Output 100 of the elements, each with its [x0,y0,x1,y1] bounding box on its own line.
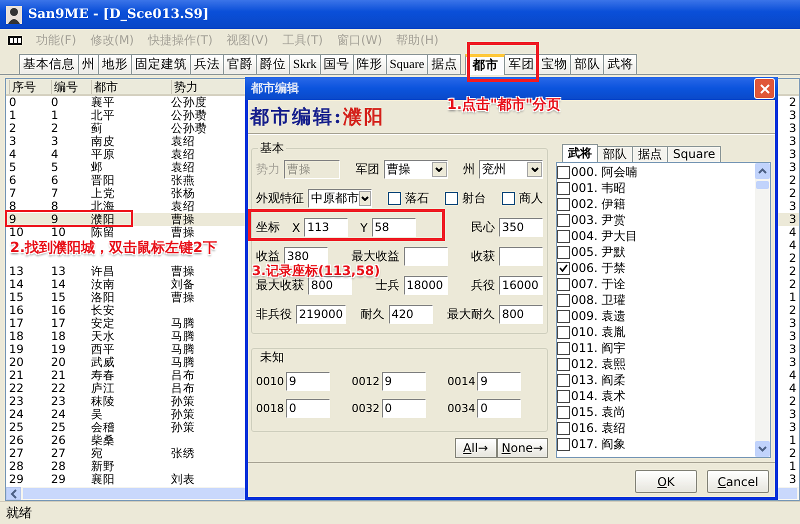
input-field[interactable]: 58 [372,218,416,237]
input-field[interactable]: 0 [286,399,330,418]
input-field[interactable]: 9 [477,372,522,391]
list-checkbox-item[interactable]: 001. 韦昭 [557,180,755,196]
table-cell: 2 [789,187,796,200]
tab[interactable]: 固定建筑 [131,54,191,74]
tab[interactable]: 地形 [98,54,132,74]
input-field[interactable]: 0 [382,399,426,418]
table-cell: 刘表 [171,473,195,486]
vertical-scrollbar[interactable] [755,163,770,457]
input-field[interactable]: 16000 [499,276,543,295]
select-button[interactable]: All→ [454,438,497,458]
column-header[interactable]: 都市 [91,80,122,94]
input-field[interactable]: 800 [499,305,543,324]
table-cell: 3 [789,343,796,356]
table-cell: 邺 [91,161,103,174]
field-label: 士兵 [376,277,400,294]
table-cell: 曹操 [171,226,195,239]
ok-button[interactable]: OK [635,470,697,493]
table-cell: 3 [789,122,796,135]
input-field[interactable]: 800 [308,276,352,295]
table-cell: 20 [9,356,24,369]
tab[interactable]: 官爵 [223,54,257,74]
field-label: 最大收益 [352,248,400,265]
tab[interactable]: 军团 [504,54,538,74]
table-cell: 襄平 [91,96,115,109]
list-checkbox-item[interactable]: 010. 袁胤 [557,324,755,340]
list-checkbox-item[interactable]: 017. 阎象 [557,436,755,452]
checkbox[interactable]: 落石 [388,190,429,207]
list-checkbox-item[interactable]: 015. 袁尚 [557,404,755,420]
list-checkbox-item[interactable]: 009. 袁遗 [557,308,755,324]
list-checkbox-item[interactable]: 002. 伊籍 [557,196,755,212]
input-field[interactable] [499,247,543,266]
input-field[interactable]: 420 [388,305,432,324]
dropdown[interactable]: 中原都市 [308,189,372,208]
scroll-thumb[interactable] [756,181,769,189]
tab[interactable]: 宝物 [537,54,572,74]
tab[interactable]: 部队 [570,54,604,74]
table-cell: 13 [51,265,66,278]
table-cell: 柴桑 [91,434,115,447]
input-field[interactable]: 350 [499,218,543,237]
officer-list[interactable]: 000. 阿会喃 001. 韦昭 002. 伊籍 003. 尹赏 004. 尹大目 005. 尹默 006. 于禁 007. 于诠 008. 卫瓘 009. 袁遗 010. 袁胤 011. 阎宇 012. 袁熙 013. 阎柔 014. 袁术 015. 袁尚 016. 袁绍 017. 阎象 [556,162,771,458]
tab[interactable]: 州 [78,54,99,74]
field-label: 耐久 [360,306,384,323]
tab[interactable]: 爵位 [256,54,290,74]
list-checkbox-item[interactable]: 004. 尹大目 [557,228,755,244]
column-header[interactable]: 编号 [51,80,82,94]
table-cell: 上党 [91,187,115,200]
table-cell: 2 [789,96,796,109]
tab[interactable]: 部队 [597,146,633,162]
checkbox[interactable]: 射台 [445,190,486,207]
column-header[interactable]: 势力 [171,80,202,94]
table-cell: 2 [9,122,16,135]
tab[interactable]: 据点 [632,146,668,162]
column-header[interactable]: 序号 [9,80,40,94]
list-checkbox-item[interactable]: 005. 尹默 [557,244,755,260]
list-checkbox-item[interactable]: 013. 阎柔 [557,372,755,388]
city-name: 濮阳 [343,104,386,130]
check-icon [559,264,568,272]
table-cell: 4 [789,226,796,239]
list-checkbox-item[interactable]: 008. 卫瓘 [557,292,755,308]
list-checkbox-item[interactable]: 003. 尹赏 [557,212,755,228]
list-checkbox-item[interactable]: 011. 阎宇 [557,340,755,356]
caret-icon [435,167,443,172]
dropdown[interactable]: 曹操 [384,160,448,179]
input-field[interactable]: 9 [286,372,330,391]
table-cell: 24 [9,408,24,421]
tab[interactable]: 国号 [320,54,354,74]
input-field[interactable]: 9 [382,372,426,391]
tab[interactable]: 兵法 [190,54,224,74]
tab[interactable]: Square [386,54,428,74]
tab[interactable]: 基本信息 [19,54,79,74]
input-field[interactable] [404,247,448,266]
dropdown[interactable]: 兖州 [479,160,543,179]
input-field[interactable]: 219000 [296,305,346,324]
tab[interactable]: Square [667,146,722,162]
tab[interactable]: 都市 [465,54,506,75]
highlight-frame [467,42,539,82]
table-cell: 10 [51,226,66,239]
list-checkbox-item[interactable]: 012. 袁熙 [557,356,755,372]
select-button[interactable]: None→ [496,438,548,458]
input-field[interactable]: 113 [304,218,348,237]
cancel-button[interactable]: Cancel [707,470,769,493]
list-checkbox-item[interactable]: 006. 于禁 [557,260,755,276]
input-field[interactable]: 18000 [404,276,448,295]
close-icon [758,82,770,94]
tab[interactable]: 武将 [603,54,638,74]
list-checkbox-item[interactable]: 000. 阿会喃 [557,164,755,180]
table-cell: 2 [789,174,796,187]
tab[interactable]: 据点 [427,54,462,74]
list-checkbox-item[interactable]: 007. 于诠 [557,276,755,292]
input-field[interactable]: 0 [477,399,522,418]
checkbox[interactable]: 商人 [502,190,543,207]
tab[interactable]: 阵形 [352,54,387,74]
tab[interactable]: 武将 [562,144,598,162]
list-checkbox-item[interactable]: 016. 袁绍 [557,420,755,436]
annotation: 1.点击"都市"分页 [447,97,561,113]
close-button[interactable] [754,78,775,99]
list-checkbox-item[interactable]: 014. 袁术 [557,388,755,404]
tab[interactable]: Skrk [289,54,321,74]
